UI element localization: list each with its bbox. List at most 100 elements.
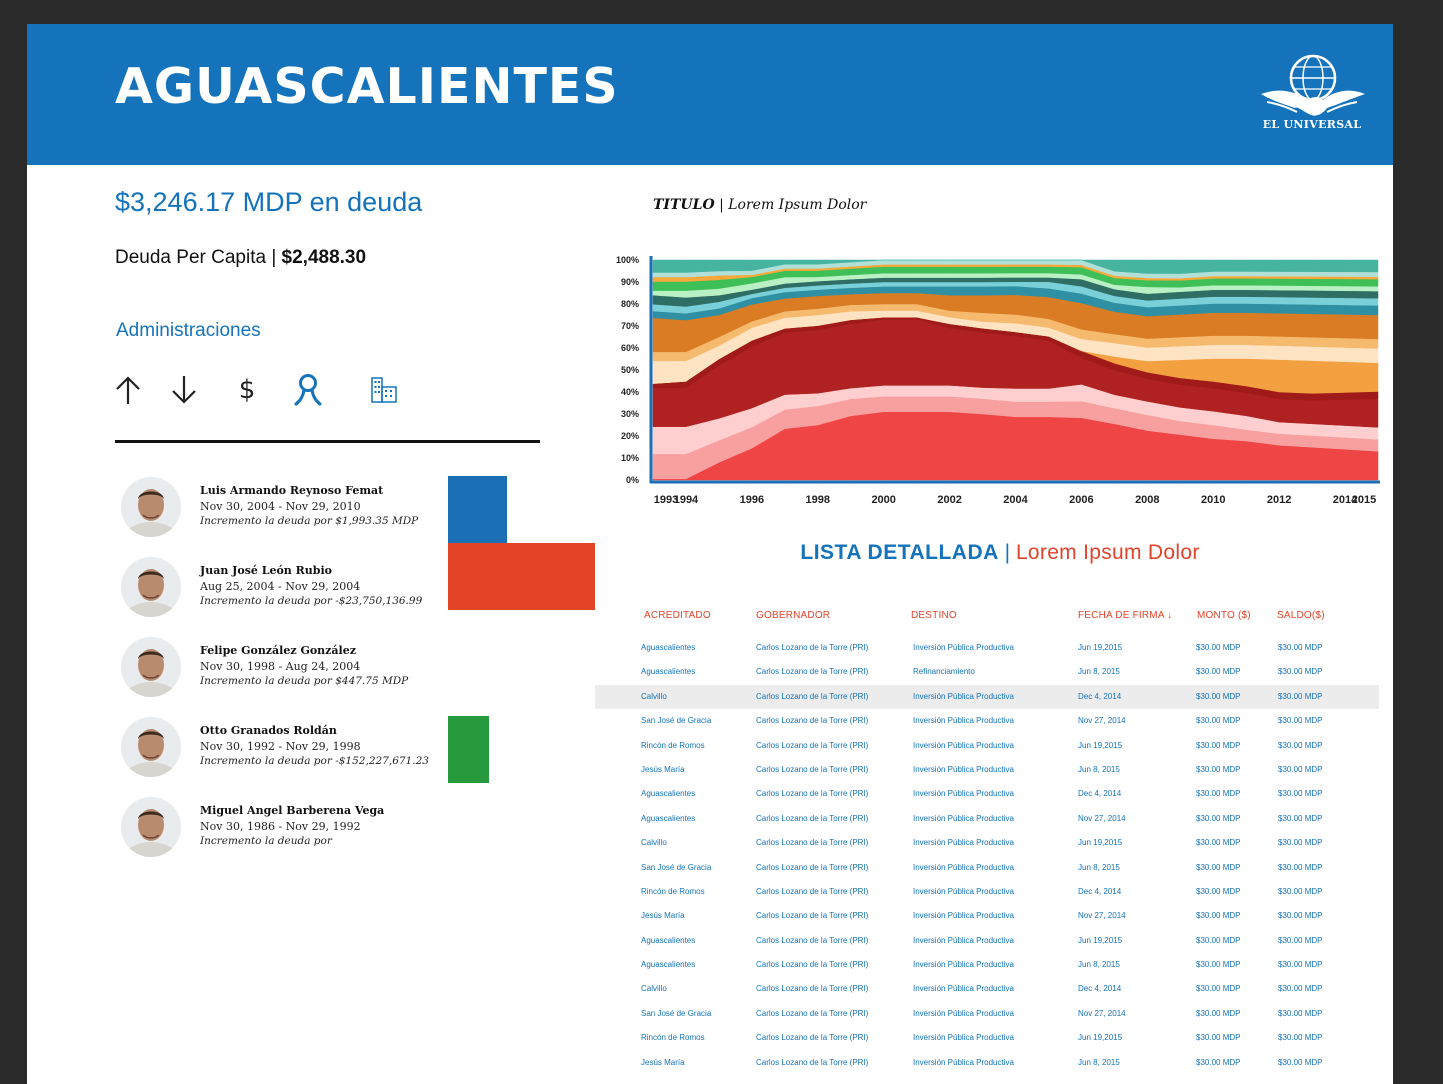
arrow-up-icon[interactable] bbox=[111, 372, 145, 408]
column-header[interactable]: SALDO($) bbox=[1277, 610, 1325, 621]
per-capita-label: Deuda Per Capita | bbox=[115, 247, 277, 268]
cell-gobernador: Carlos Lozano de la Torre (PRI) bbox=[756, 691, 869, 701]
governor-item[interactable]: Luis Armando Reynoso Femat Nov 30, 2004 -… bbox=[121, 477, 591, 543]
cell-acreditado: Aguascalientes bbox=[641, 789, 696, 799]
cell-fecha: Nov 27, 2014 bbox=[1078, 1008, 1126, 1018]
cell-acreditado: San José de Gracia bbox=[641, 1008, 712, 1018]
cell-acreditado: Jesús María bbox=[641, 764, 685, 774]
arrow-down-icon[interactable] bbox=[167, 372, 201, 408]
person-icon[interactable] bbox=[291, 372, 325, 408]
y-tick-label: 90% bbox=[621, 277, 639, 287]
table-row[interactable]: San José de Gracia Carlos Lozano de la To… bbox=[595, 1002, 1379, 1026]
cell-destino: Inversión Pública Productiva bbox=[913, 862, 1014, 872]
column-header[interactable]: FECHA DE FIRMA ↓ bbox=[1078, 610, 1172, 621]
debt-stacked-area-chart: 0%10%20%30%40%50%60%70%80%90%100%1993199… bbox=[616, 255, 1380, 506]
y-tick-label: 40% bbox=[621, 387, 639, 397]
governor-debt-change: Incremento la deuda por $1,993.35 MDP bbox=[200, 515, 419, 527]
cell-gobernador: Carlos Lozano de la Torre (PRI) bbox=[756, 960, 869, 970]
table-row[interactable]: Rincón de Romos Carlos Lozano de la Torre… bbox=[595, 880, 1379, 904]
table-row[interactable]: Aguascalientes Carlos Lozano de la Torre … bbox=[595, 807, 1379, 831]
x-tick-label: 2010 bbox=[1201, 494, 1225, 506]
column-header[interactable]: GOBERNADOR bbox=[756, 610, 830, 621]
cell-destino: Inversión Pública Productiva bbox=[913, 691, 1014, 701]
governor-term: Nov 30, 1998 - Aug 24, 2004 bbox=[200, 660, 361, 673]
cell-monto: $30.00 MDP bbox=[1196, 813, 1241, 823]
table-row[interactable]: San José de Gracia Carlos Lozano de la To… bbox=[595, 856, 1379, 880]
cell-monto: $30.00 MDP bbox=[1196, 1057, 1241, 1067]
cell-saldo: $30.00 MDP bbox=[1278, 1057, 1323, 1067]
cell-acreditado: Calvillo bbox=[641, 838, 667, 848]
table-row[interactable]: Calvillo Carlos Lozano de la Torre (PRI) I… bbox=[595, 977, 1379, 1001]
cell-saldo: $30.00 MDP bbox=[1278, 1008, 1323, 1018]
per-capita-value: $2,488.30 bbox=[281, 247, 367, 268]
table-row[interactable]: Calvillo Carlos Lozano de la Torre (PRI) I… bbox=[595, 831, 1379, 855]
y-tick-label: 70% bbox=[621, 321, 639, 331]
cell-monto: $30.00 MDP bbox=[1196, 667, 1241, 677]
table-row[interactable]: Jesús María Carlos Lozano de la Torre (PR… bbox=[595, 758, 1379, 782]
table-row[interactable]: Rincón de Romos Carlos Lozano de la Torre… bbox=[595, 734, 1379, 758]
table-row[interactable]: San José de Gracia Carlos Lozano de la To… bbox=[595, 709, 1379, 733]
cell-acreditado: Aguascalientes bbox=[641, 813, 696, 823]
cell-acreditado: Aguascalientes bbox=[641, 960, 696, 970]
dollar-icon[interactable]: $ bbox=[232, 372, 262, 408]
governor-name: Otto Granados Roldán bbox=[200, 724, 337, 737]
governor-avatar bbox=[121, 557, 181, 617]
cell-saldo: $30.00 MDP bbox=[1278, 862, 1323, 872]
cell-acreditado: San José de Gracia bbox=[641, 862, 712, 872]
table-row[interactable]: Calvillo Carlos Lozano de la Torre (PRI) I… bbox=[595, 684, 1379, 710]
cell-monto: $30.00 MDP bbox=[1196, 1008, 1241, 1018]
x-tick-label: 1998 bbox=[806, 494, 830, 506]
cell-saldo: $30.00 MDP bbox=[1278, 984, 1323, 994]
governor-item[interactable]: Otto Granados Roldán Nov 30, 1992 - Nov 2… bbox=[121, 717, 591, 783]
cell-destino: Inversión Pública Productiva bbox=[913, 716, 1014, 726]
table-row[interactable]: Aguascalientes Carlos Lozano de la Torre … bbox=[595, 782, 1379, 806]
page-header: AGUASCALIENTES EL UNIVERSAL bbox=[27, 24, 1393, 165]
cell-fecha: Jun 8, 2015 bbox=[1078, 667, 1120, 677]
cell-fecha: Dec 4, 2014 bbox=[1078, 691, 1122, 701]
cell-gobernador: Carlos Lozano de la Torre (PRI) bbox=[756, 911, 869, 921]
list-heading-main: LISTA DETALLADA bbox=[800, 541, 999, 564]
column-header[interactable]: ACREDITADO bbox=[644, 610, 711, 621]
table-row[interactable]: Aguascalientes Carlos Lozano de la Torre … bbox=[595, 929, 1379, 953]
governor-item[interactable]: Miguel Angel Barberena Vega Nov 30, 1986 … bbox=[121, 797, 591, 863]
administrations-divider bbox=[115, 440, 540, 443]
cell-monto: $30.00 MDP bbox=[1196, 911, 1241, 921]
governor-name: Luis Armando Reynoso Femat bbox=[200, 484, 384, 497]
table-row[interactable]: Aguascalientes Carlos Lozano de la Torre … bbox=[595, 636, 1379, 660]
x-tick-label: 2006 bbox=[1069, 494, 1093, 506]
building-icon[interactable] bbox=[367, 372, 401, 408]
governor-debt-change: Incremento la deuda por -$152,227,671.23 bbox=[200, 755, 429, 767]
cell-fecha: Nov 27, 2014 bbox=[1078, 813, 1126, 823]
cell-fecha: Nov 27, 2014 bbox=[1078, 911, 1126, 921]
governor-avatar bbox=[121, 637, 181, 697]
table-row[interactable]: Jesús María Carlos Lozano de la Torre (PR… bbox=[595, 904, 1379, 928]
table-row[interactable]: Aguascalientes Carlos Lozano de la Torre … bbox=[595, 660, 1379, 684]
cell-destino: Inversión Pública Productiva bbox=[913, 1033, 1014, 1043]
cell-destino: Refinanciamiento bbox=[913, 667, 975, 677]
cell-saldo: $30.00 MDP bbox=[1278, 935, 1323, 945]
cell-saldo: $30.00 MDP bbox=[1278, 886, 1323, 896]
governor-term: Nov 30, 1992 - Nov 29, 1998 bbox=[200, 740, 361, 753]
cell-saldo: $30.00 MDP bbox=[1278, 691, 1323, 701]
table-row[interactable]: Aguascalientes Carlos Lozano de la Torre … bbox=[595, 953, 1379, 977]
governor-term: Nov 30, 2004 - Nov 29, 2010 bbox=[200, 500, 361, 513]
cell-destino: Inversión Pública Productiva bbox=[913, 789, 1014, 799]
governor-item[interactable]: Felipe González González Nov 30, 1998 - A… bbox=[121, 637, 591, 703]
column-header[interactable]: MONTO ($) bbox=[1197, 610, 1251, 621]
column-header[interactable]: DESTINO bbox=[911, 610, 957, 621]
cell-acreditado: Aguascalientes bbox=[641, 667, 696, 677]
cell-acreditado: Aguascalientes bbox=[641, 643, 696, 652]
cell-destino: Inversión Pública Productiva bbox=[913, 1057, 1014, 1067]
cell-monto: $30.00 MDP bbox=[1196, 764, 1241, 774]
governor-debt-bar bbox=[448, 716, 489, 783]
table-row[interactable]: Rincón de Romos Carlos Lozano de la Torre… bbox=[595, 1026, 1379, 1050]
dashboard-board: AGUASCALIENTES EL UNIVERSAL $3,246.17 MD… bbox=[27, 24, 1393, 1084]
cell-fecha: Jun 8, 2015 bbox=[1078, 862, 1120, 872]
cell-acreditado: Rincón de Romos bbox=[641, 1033, 705, 1043]
chart-title: TITULO | Lorem Ipsum Dolor bbox=[653, 197, 866, 213]
cell-destino: Inversión Pública Productiva bbox=[913, 935, 1014, 945]
table-header: ACREDITADO GOBERNADOR DESTINO FECHA DE FIRM… bbox=[27, 610, 1393, 624]
table-row[interactable]: Jesús María Carlos Lozano de la Torre (PR… bbox=[595, 1051, 1379, 1075]
cell-destino: Inversión Pública Productiva bbox=[913, 960, 1014, 970]
governor-avatar bbox=[121, 717, 181, 777]
